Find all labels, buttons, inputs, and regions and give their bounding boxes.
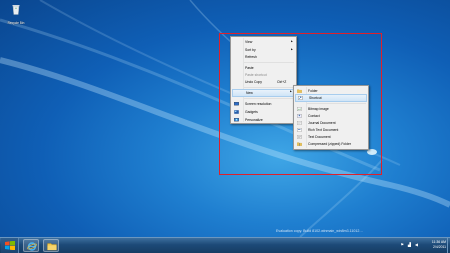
recycle-bin-icon [12, 5, 20, 15]
menu-item-label: Personalize [245, 118, 263, 122]
menu-separator [307, 103, 366, 104]
windows-logo-icon [5, 241, 15, 250]
menu-separator [244, 98, 294, 99]
clock-date: 2/4/2011 [433, 245, 446, 249]
menu-item-label: Paste [245, 66, 254, 70]
text-document-icon [297, 135, 302, 139]
menu-item-label: Contact [308, 114, 320, 118]
submenu-arrow-icon: ▶ [290, 90, 292, 93]
menu-item-label: Journal Document [308, 121, 336, 125]
menu-item-label: Folder [308, 89, 318, 93]
menu-item-label: View [245, 40, 253, 44]
menu-item-label: Screen resolution [245, 102, 272, 106]
rich-text-document-icon [297, 128, 302, 132]
taskbar: ⚑ ▟ ◀ 11:36 AM 2/4/2011 [0, 237, 450, 253]
recycle-bin-shortcut[interactable]: Recycle Bin [4, 3, 28, 25]
network-icon[interactable]: ▟ [408, 242, 411, 247]
contact-icon [297, 114, 302, 118]
start-button[interactable] [1, 238, 19, 253]
taskbar-internet-explorer[interactable] [23, 239, 39, 252]
menu-item-new[interactable]: New ▶ [232, 89, 295, 97]
menu-item-label: Text Document [308, 135, 331, 139]
menu-separator [244, 62, 294, 63]
menu-item-label: Rich Text Document [308, 128, 339, 132]
menu-item-view[interactable]: View ▶ [232, 38, 295, 46]
personalize-icon [234, 118, 239, 122]
desktop-context-menu: View ▶ Sort by ▶ Refresh Paste Paste sho… [230, 36, 297, 124]
recycle-bin-label: Recycle Bin [7, 21, 25, 25]
journal-document-icon [297, 121, 302, 125]
menu-item-label: Bitmap image [308, 107, 329, 111]
action-center-flag-icon[interactable]: ⚑ [400, 242, 404, 247]
menu-item-label: Gadgets [245, 110, 258, 114]
submenu-arrow-icon: ▶ [291, 40, 293, 43]
menu-item-screen-resolution[interactable]: Screen resolution [232, 100, 295, 108]
gadgets-icon [234, 110, 239, 114]
evaluation-watermark: Evaluation copy. Build 8102.winmain_win8… [276, 229, 363, 233]
menu-item-label: Sort by [245, 48, 256, 52]
screen-resolution-icon [234, 102, 239, 106]
menu-item-label: Compressed (zipped) Folder [308, 142, 351, 146]
folder-icon [297, 89, 302, 93]
menu-item-label: New [246, 91, 253, 95]
submenu-item-shortcut[interactable]: Shortcut [295, 94, 367, 102]
new-submenu: Folder Shortcut Bitmap image Contact Jou… [293, 85, 369, 150]
desktop[interactable]: Recycle Bin View ▶ Sort by ▶ Refresh Pas… [0, 0, 450, 237]
compressed-folder-icon [297, 142, 302, 146]
file-explorer-icon [47, 243, 57, 251]
menu-item-label: Shortcut [309, 96, 322, 100]
menu-item-shortcut: Ctrl+Z [277, 80, 287, 84]
volume-icon[interactable]: ◀ [415, 242, 418, 247]
bitmap-image-icon [297, 107, 302, 111]
menu-separator [244, 87, 294, 88]
shortcut-icon [298, 96, 303, 100]
menu-item-label: Undo Copy [245, 80, 262, 84]
taskbar-file-explorer[interactable] [43, 239, 59, 252]
menu-item-gadgets[interactable]: Gadgets [232, 108, 295, 116]
taskbar-clock[interactable]: 11:36 AM 2/4/2011 [432, 240, 446, 250]
menu-item-personalize[interactable]: Personalize [232, 116, 295, 124]
menu-item-label: Refresh [245, 55, 257, 59]
menu-item-label: Paste shortcut [245, 73, 267, 77]
menu-item-refresh[interactable]: Refresh [232, 53, 295, 61]
submenu-item-compressed-folder[interactable]: Compressed (zipped) Folder [295, 140, 367, 148]
internet-explorer-icon [27, 242, 37, 251]
menu-item-undo-copy[interactable]: Undo Copy Ctrl+Z [232, 78, 295, 86]
